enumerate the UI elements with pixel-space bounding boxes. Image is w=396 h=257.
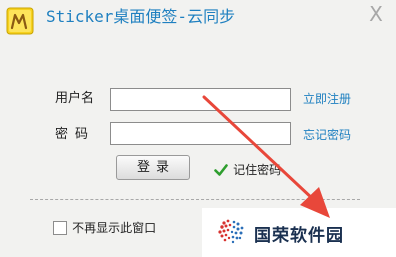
username-label: 用户名 — [55, 91, 95, 106]
watermark-text: 国荣软件园 — [254, 226, 344, 246]
window-title: Sticker桌面便签-云同步 — [46, 7, 236, 26]
password-label: 密码 — [55, 127, 96, 142]
password-input[interactable] — [110, 122, 291, 145]
watermark: 国荣软件园 — [202, 208, 396, 257]
forgot-password-link[interactable]: 忘记密码 — [303, 128, 351, 142]
no-show-label: 不再显示此窗口 — [72, 221, 157, 235]
remember-password-checkbox[interactable]: 记住密码 — [214, 159, 281, 177]
close-button[interactable]: X — [364, 2, 388, 26]
register-link[interactable]: 立即注册 — [303, 92, 351, 106]
no-show-checkbox-row[interactable]: 不再显示此窗口 — [53, 217, 156, 236]
remember-password-label: 记住密码 — [233, 163, 282, 177]
no-show-checkbox[interactable] — [53, 220, 67, 235]
login-button[interactable]: 登录 — [116, 155, 190, 180]
login-window: Sticker桌面便签-云同步 X 用户名 立即注册 密码 忘记密码 登录 记住… — [0, 0, 396, 257]
checkmark-icon[interactable] — [214, 163, 228, 177]
divider — [30, 199, 360, 200]
globe-logo-icon — [216, 216, 246, 246]
close-icon[interactable]: X — [369, 2, 383, 26]
username-input[interactable] — [110, 88, 291, 111]
sticker-logo-icon — [6, 7, 34, 35]
